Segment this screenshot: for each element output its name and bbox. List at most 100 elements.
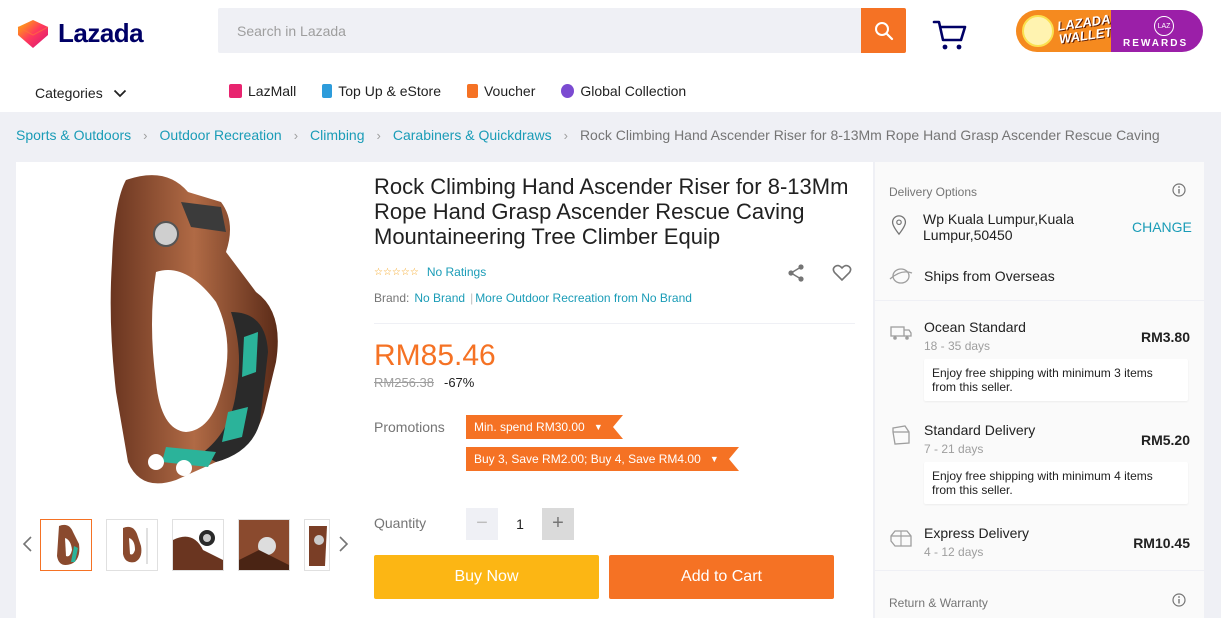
brand-row: Brand: No Brand | More Outdoor Recreatio…: [374, 291, 692, 305]
change-location-link[interactable]: CHANGE: [1132, 219, 1192, 235]
delivery-option-days: 18 - 35 days: [924, 339, 991, 353]
delivery-option-name: Standard Delivery: [924, 422, 1036, 438]
original-price: RM256.38: [374, 375, 434, 390]
nav-link-label: LazMall: [248, 83, 297, 99]
delivery-location: Wp Kuala Lumpur,Kuala Lumpur,50450: [923, 211, 1074, 243]
wallet-mascot-icon: [1022, 15, 1054, 47]
chevron-right-icon: ›: [293, 127, 299, 143]
discount-badge: -67%: [444, 375, 475, 390]
categories-label: Categories: [35, 85, 103, 101]
more-from-brand-link[interactable]: More Outdoor Recreation from No Brand: [475, 291, 692, 305]
delivery-option-days: 4 - 12 days: [924, 545, 984, 559]
search-button[interactable]: [861, 8, 906, 53]
quantity-increase-button[interactable]: +: [542, 508, 574, 540]
laz-badge-icon: LAZ: [1154, 16, 1174, 36]
chevron-right-icon[interactable]: [338, 536, 350, 552]
delivery-option: Standard Delivery 7 - 21 days: [924, 422, 1124, 456]
product-price: RM85.46: [374, 339, 496, 372]
nav-link-label: Global Collection: [580, 83, 687, 99]
ratings-link[interactable]: No Ratings: [427, 265, 486, 279]
header: Lazada LAZADA WALLET LAZ REWARDS Categor…: [0, 0, 1221, 112]
divider: [875, 570, 1204, 571]
thumbnail-image[interactable]: [172, 519, 224, 571]
quantity-decrease-button[interactable]: −: [466, 508, 498, 540]
lazada-wallet-rewards-banner[interactable]: LAZADA WALLET LAZ REWARDS: [1016, 10, 1203, 52]
thumbnail-strip: [16, 516, 354, 571]
product-title: Rock Climbing Hand Ascender Riser for 8-…: [374, 174, 849, 249]
ocean-shipping-icon: [890, 326, 912, 340]
delivery-option-price: RM10.45: [1133, 535, 1190, 551]
share-icon[interactable]: [786, 263, 806, 283]
chevron-right-icon: ›: [143, 127, 148, 143]
caret-down-icon: ▼: [709, 454, 719, 464]
promotion-text: Min. spend RM30.00: [474, 420, 585, 434]
delivery-options-header: Delivery Options: [889, 185, 978, 199]
breadcrumb-link[interactable]: Sports & Outdoors: [16, 127, 131, 143]
categories-menu[interactable]: Categories: [35, 85, 127, 101]
lazada-wallet: LAZADA WALLET: [1016, 10, 1113, 52]
breadcrumb-link[interactable]: Carabiners & Quickdraws: [393, 127, 552, 143]
nav-voucher[interactable]: Voucher: [466, 83, 536, 99]
quantity-value[interactable]: 1: [504, 508, 536, 540]
divider: [875, 300, 1204, 301]
star-rating-icon: ☆☆☆☆☆: [374, 266, 419, 278]
free-shipping-note: Enjoy free shipping with minimum 3 items…: [924, 359, 1188, 401]
search-icon: [874, 21, 893, 40]
chevron-right-icon: ›: [376, 127, 381, 143]
chevron-down-icon: [113, 89, 126, 97]
delivery-sidebar: Delivery Options Wp Kuala Lumpur,Kuala L…: [875, 162, 1204, 618]
standard-delivery-icon: [892, 425, 910, 445]
thumbnail-image[interactable]: [40, 519, 92, 571]
free-shipping-note: Enjoy free shipping with minimum 4 items…: [924, 462, 1188, 504]
logo-text: Lazada: [58, 18, 144, 48]
delivery-option-days: 7 - 21 days: [924, 442, 984, 456]
thumbnail-image[interactable]: [106, 519, 158, 571]
express-delivery-icon: [890, 530, 912, 547]
laz-rewards: LAZ REWARDS: [1111, 10, 1203, 52]
heart-icon[interactable]: [832, 263, 852, 283]
lazada-heart-icon: [17, 19, 49, 48]
thumbnail-image[interactable]: [304, 519, 330, 571]
voucher-icon: [466, 84, 478, 98]
divider: [374, 323, 855, 324]
brand-label: Brand:: [374, 291, 410, 305]
top-nav-links: LazMall Top Up & eStore Voucher Global C…: [229, 83, 712, 99]
delivery-option-price: RM5.20: [1140, 432, 1190, 448]
quantity-label: Quantity: [374, 515, 427, 531]
thumbnail-image[interactable]: [238, 519, 290, 571]
nav-link-label: Voucher: [483, 83, 536, 99]
delivery-option-price: RM3.80: [1140, 329, 1190, 345]
promotion-tag[interactable]: Buy 3, Save RM2.00; Buy 4, Save RM4.00 ▼: [466, 447, 739, 471]
add-to-cart-button[interactable]: Add to Cart: [609, 555, 834, 599]
nav-lazmall[interactable]: LazMall: [229, 83, 296, 99]
lazmall-icon: [229, 84, 242, 98]
delivery-option-name: Ocean Standard: [924, 319, 1026, 335]
location-pin-icon: [891, 215, 907, 236]
cart-icon[interactable]: [932, 18, 968, 52]
delivery-option-name: Express Delivery: [924, 525, 1030, 541]
chevron-left-icon[interactable]: [21, 536, 33, 552]
buy-now-button[interactable]: Buy Now: [374, 555, 599, 599]
product-main-image[interactable]: [16, 162, 354, 508]
delivery-option: Express Delivery 4 - 12 days: [924, 525, 1124, 559]
breadcrumb-current: Rock Climbing Hand Ascender Riser for 8-…: [579, 127, 1160, 143]
breadcrumb-link[interactable]: Climbing: [310, 127, 364, 143]
hand-ascender-image: [110, 175, 278, 484]
nav-link-label: Top Up & eStore: [338, 83, 441, 99]
breadcrumb: Sports & Outdoors › Outdoor Recreation ›…: [16, 127, 1160, 143]
product-panel: Rock Climbing Hand Ascender Riser for 8-…: [16, 162, 873, 618]
info-icon[interactable]: [1172, 183, 1186, 197]
brand-link[interactable]: No Brand: [414, 291, 465, 305]
promotion-tag[interactable]: Min. spend RM30.00 ▼: [466, 415, 623, 439]
breadcrumb-link[interactable]: Outdoor Recreation: [160, 127, 282, 143]
ratings-row: ☆☆☆☆☆ No Ratings: [374, 265, 486, 279]
chevron-right-icon: ›: [563, 127, 568, 143]
nav-global-collection[interactable]: Global Collection: [561, 83, 686, 99]
nav-topup-estore[interactable]: Top Up & eStore: [322, 83, 441, 99]
global-collection-icon: [561, 84, 575, 98]
promotion-text: Buy 3, Save RM2.00; Buy 4, Save RM4.00: [474, 452, 701, 466]
ships-overseas-icon: [889, 268, 913, 284]
search-input[interactable]: [218, 8, 861, 53]
info-icon[interactable]: [1172, 593, 1186, 607]
lazada-logo[interactable]: Lazada: [16, 18, 144, 49]
